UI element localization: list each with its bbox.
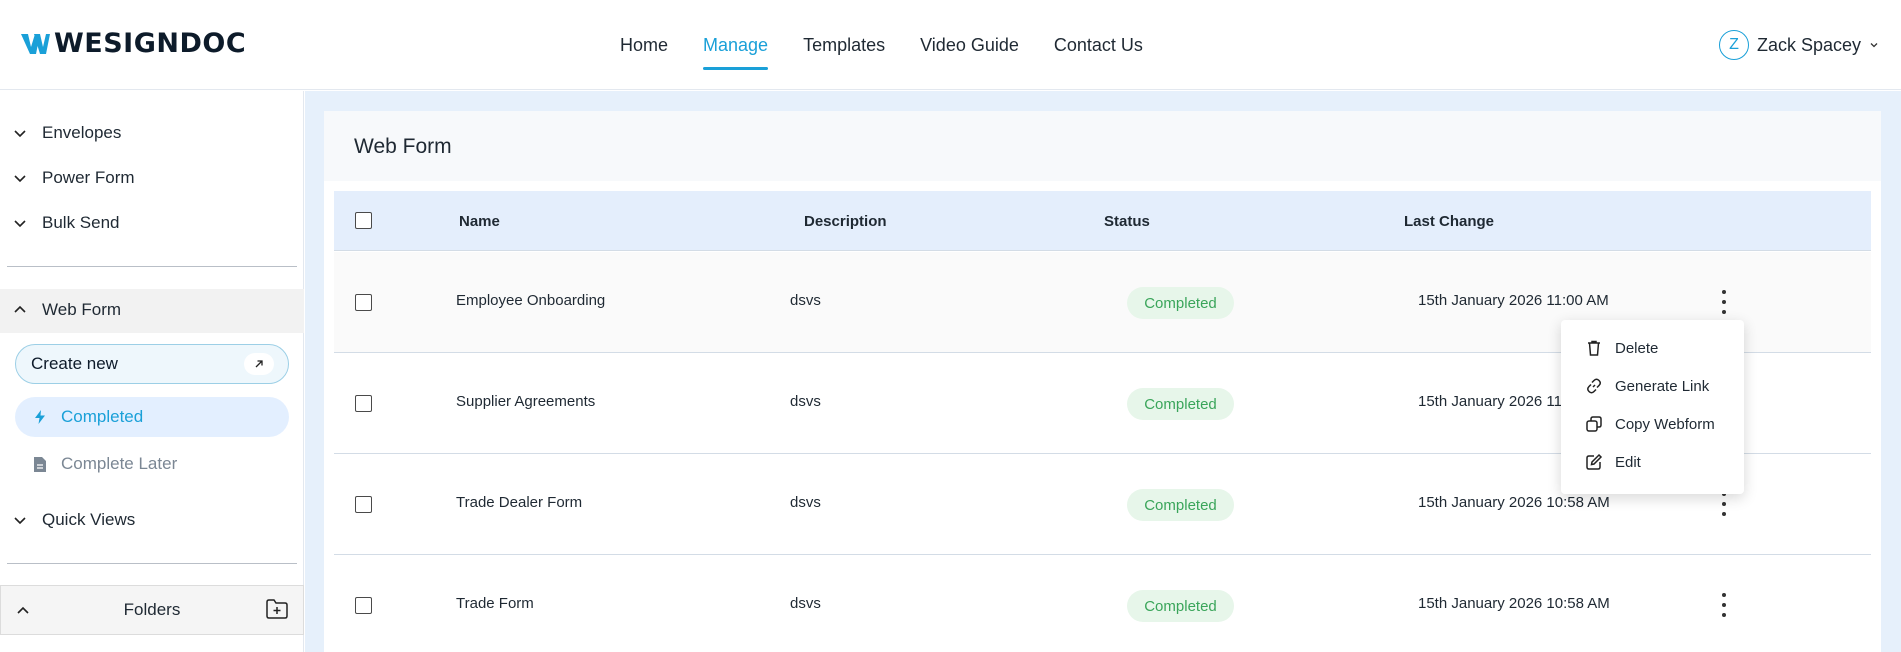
sidebar-item-label: Power Form bbox=[42, 168, 135, 187]
copy-icon bbox=[1586, 416, 1602, 432]
table-header: Name Description Status Last Change bbox=[334, 191, 1871, 251]
menu-item-label: Delete bbox=[1615, 339, 1659, 357]
sidebar-item-completed[interactable]: Completed bbox=[15, 397, 289, 437]
status-badge: Completed bbox=[1127, 489, 1234, 521]
row-actions-kebab-icon[interactable] bbox=[1720, 492, 1728, 516]
row-last-change: 15th January 2026 11:00 AM bbox=[1418, 292, 1609, 309]
main-nav: Home Manage Templates Video Guide Contac… bbox=[620, 0, 1178, 90]
sidebar-item-label: Quick Views bbox=[42, 510, 136, 529]
brand-name: WESIGNDOC bbox=[54, 28, 247, 59]
status-badge: Completed bbox=[1127, 388, 1234, 420]
row-name: Trade Dealer Form bbox=[456, 494, 583, 511]
arrow-up-right-icon bbox=[244, 353, 274, 375]
sidebar-item-label: Web Form bbox=[42, 300, 122, 319]
menu-item-delete[interactable]: Delete bbox=[1585, 339, 1658, 357]
row-checkbox[interactable] bbox=[355, 597, 372, 614]
sidebar-item-label: Bulk Send bbox=[42, 213, 120, 232]
row-checkbox[interactable] bbox=[355, 294, 372, 311]
status-badge: Completed bbox=[1127, 590, 1234, 622]
row-actions-kebab-icon[interactable] bbox=[1720, 593, 1728, 617]
logo-w-icon bbox=[21, 33, 50, 54]
sidebar: Envelopes Power Form Bulk Send Web Form … bbox=[0, 91, 304, 652]
user-name: Zack Spacey bbox=[1756, 34, 1861, 55]
chevron-down-icon bbox=[14, 220, 26, 228]
sidebar-divider bbox=[7, 266, 297, 267]
chevron-down-icon bbox=[1870, 43, 1878, 48]
nav-manage[interactable]: Manage bbox=[703, 0, 769, 90]
edit-icon bbox=[1586, 453, 1603, 470]
table-row[interactable]: Trade Form dsvs Completed 15th January 2… bbox=[334, 555, 1871, 652]
link-icon bbox=[1587, 378, 1601, 394]
add-folder-icon[interactable] bbox=[265, 598, 289, 620]
top-navbar: WESIGNDOC Home Manage Templates Video Gu… bbox=[0, 0, 1901, 90]
row-actions-menu: Delete Generate Link Copy Webform Edit bbox=[1561, 320, 1744, 494]
nav-video-guide[interactable]: Video Guide bbox=[920, 0, 1019, 90]
sidebar-item-label: Completed bbox=[61, 407, 144, 426]
folders-label: Folders bbox=[123, 600, 181, 619]
page-title: Web Form bbox=[354, 135, 452, 158]
row-checkbox[interactable] bbox=[355, 496, 372, 513]
menu-item-copy-webform[interactable]: Copy Webform bbox=[1585, 415, 1715, 433]
row-checkbox[interactable] bbox=[355, 395, 372, 412]
sidebar-item-label: Complete Later bbox=[61, 454, 178, 473]
nav-contact-us[interactable]: Contact Us bbox=[1054, 0, 1143, 90]
sidebar-item-label: Envelopes bbox=[42, 123, 122, 142]
avatar: Z bbox=[1718, 30, 1749, 60]
status-badge: Completed bbox=[1127, 287, 1234, 319]
row-last-change: 15th January 2026 10:58 AM bbox=[1418, 494, 1610, 511]
lightning-icon bbox=[35, 410, 45, 424]
sidebar-item-web-form[interactable]: Web Form bbox=[12, 300, 121, 320]
nav-templates[interactable]: Templates bbox=[803, 0, 885, 90]
row-name: Trade Form bbox=[456, 595, 534, 612]
create-new-button[interactable]: Create new bbox=[15, 344, 289, 384]
row-name: Supplier Agreements bbox=[456, 393, 596, 410]
menu-item-edit[interactable]: Edit bbox=[1585, 453, 1641, 471]
chevron-down-icon bbox=[14, 175, 26, 183]
sidebar-item-quick-views[interactable]: Quick Views bbox=[12, 510, 135, 530]
sidebar-item-complete-later[interactable]: Complete Later bbox=[33, 454, 177, 474]
menu-item-label: Copy Webform bbox=[1615, 415, 1715, 433]
sidebar-item-envelopes[interactable]: Envelopes bbox=[12, 123, 121, 143]
column-header-name[interactable]: Name bbox=[459, 213, 500, 230]
panel-header: Web Form bbox=[324, 111, 1881, 181]
select-all-checkbox[interactable] bbox=[355, 212, 372, 229]
chevron-down-icon bbox=[14, 517, 26, 525]
row-description: dsvs bbox=[790, 494, 821, 511]
chevron-up-icon bbox=[14, 305, 26, 313]
sidebar-item-bulk-send[interactable]: Bulk Send bbox=[12, 213, 120, 233]
row-description: dsvs bbox=[790, 595, 821, 612]
menu-item-label: Edit bbox=[1615, 453, 1641, 471]
trash-icon bbox=[1588, 340, 1600, 356]
row-actions-kebab-icon[interactable] bbox=[1720, 290, 1728, 314]
column-header-description[interactable]: Description bbox=[804, 213, 887, 230]
row-description: dsvs bbox=[790, 292, 821, 309]
sidebar-divider bbox=[7, 563, 297, 564]
create-new-label: Create new bbox=[31, 354, 118, 373]
row-last-change: 15th January 2026 10:58 AM bbox=[1418, 595, 1610, 612]
sidebar-item-power-form[interactable]: Power Form bbox=[12, 168, 135, 188]
column-header-status[interactable]: Status bbox=[1104, 213, 1150, 230]
chevron-down-icon bbox=[14, 130, 26, 138]
folders-header: Folders bbox=[0, 585, 304, 635]
user-menu[interactable]: Z Zack Spacey bbox=[1718, 30, 1879, 60]
row-description: dsvs bbox=[790, 393, 821, 410]
row-last-change: 15th January 2026 11: bbox=[1418, 393, 1567, 410]
document-icon bbox=[34, 456, 46, 472]
menu-item-generate-link[interactable]: Generate Link bbox=[1585, 377, 1709, 395]
nav-home[interactable]: Home bbox=[620, 0, 668, 90]
row-name: Employee Onboarding bbox=[456, 292, 606, 309]
column-header-last-change[interactable]: Last Change bbox=[1404, 213, 1494, 230]
menu-item-label: Generate Link bbox=[1615, 377, 1710, 395]
brand-logo[interactable]: WESIGNDOC bbox=[20, 28, 246, 59]
